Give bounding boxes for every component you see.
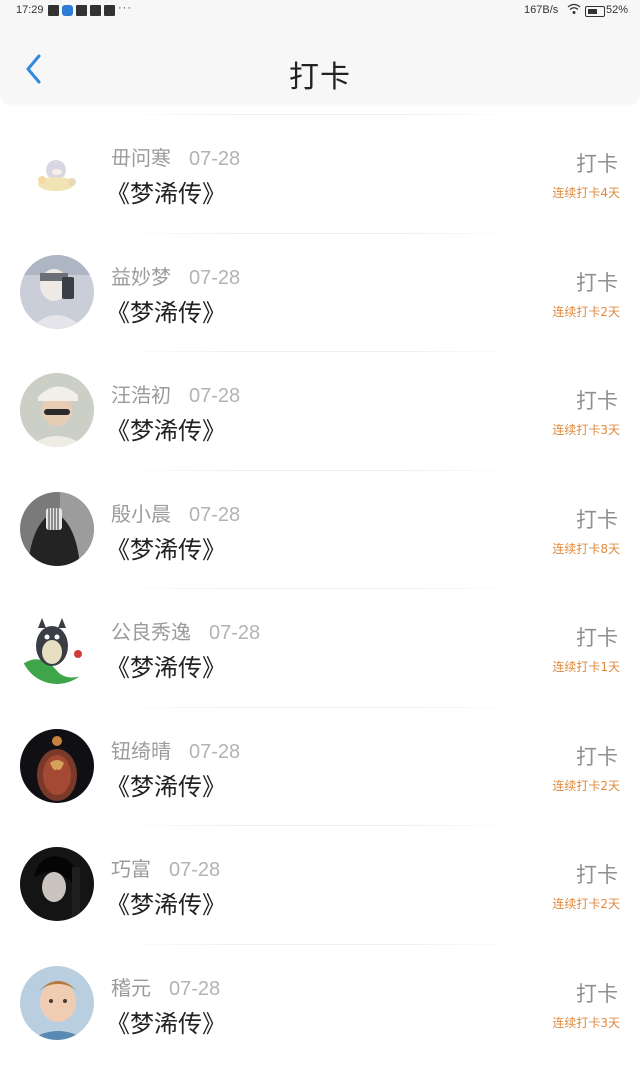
list-item[interactable]: 稽元 07-28 《梦浠传》 打卡 连续打卡3天 [0,943,640,1063]
user-name-line: 殷小晨 07-28 [111,498,240,527]
checkin-date: 07-28 [189,740,241,763]
divider [110,943,530,945]
streak-text: 连续打卡1天 [552,660,620,674]
checkin-button[interactable]: 打卡 [576,741,618,771]
user-name: 汪浩初 [111,383,171,407]
streak-text: 连续打卡3天 [552,1015,620,1030]
user-name-line: 钮绮晴 07-28 [111,735,240,764]
streak-text: 连续打卡8天 [552,541,620,556]
user-name: 钮绮晴 [111,738,171,763]
list-item[interactable]: 汪浩初 07-28 《梦浠传》 打卡 连续打卡3天 [0,351,640,470]
checkin-date: 07-28 [169,859,221,881]
cap-avatar-icon[interactable] [20,373,94,447]
user-name-line: 巧富 07-28 [111,853,220,882]
user-name-line: 汪浩初 07-28 [111,379,240,408]
book-title: 《梦浠传》 [106,298,226,327]
divider [110,588,530,589]
notification-icon [104,5,115,16]
checkin-button[interactable]: 打卡 [576,859,618,889]
checkin-button[interactable]: 打卡 [576,148,618,178]
streak-text: 连续打卡2天 [552,304,620,319]
tattoo-avatar-icon[interactable] [20,728,94,803]
streak-text: 连续打卡2天 [552,897,620,911]
status-bar: 17:29 ··· 167B/s 52% [0,0,640,22]
user-name: 殷小晨 [111,501,171,526]
book-title: 《梦浠传》 [106,535,226,564]
status-time: 17:29 [16,4,44,16]
user-name-line: 益妙梦 07-28 [111,261,240,290]
list-item[interactable]: 毌问寒 07-28 《梦浠传》 打卡 连续打卡4天 [0,114,640,233]
checkin-date: 07-28 [209,622,261,644]
book-title: 《梦浠传》 [106,1009,226,1038]
wifi-icon [567,3,581,18]
list-item[interactable]: 益妙梦 07-28 《梦浠传》 打卡 连续打卡2天 [0,232,640,352]
checkin-button[interactable]: 打卡 [576,385,618,415]
user-name: 毌问寒 [111,146,171,170]
checkin-date: 07-28 [169,977,221,1000]
battery-percent: 52% [606,4,629,16]
book-title: 《梦浠传》 [106,180,226,208]
battery-icon [585,6,605,17]
child-avatar-icon[interactable] [20,965,94,1040]
user-name-line: 公良秀逸 07-28 [111,616,260,645]
checkin-button[interactable]: 打卡 [576,978,618,1008]
divider [110,706,530,708]
book-title: 《梦浠传》 [106,772,226,801]
streak-text: 连续打卡3天 [552,423,620,437]
page-title: 打卡 [289,60,351,95]
checkin-date: 07-28 [189,385,241,407]
divider [110,114,530,115]
streak-text: 连续打卡4天 [552,186,620,200]
user-name-line: 毌问寒 07-28 [111,142,240,171]
list-item[interactable]: 殷小晨 07-28 《梦浠传》 打卡 连续打卡8天 [0,469,640,589]
checkin-button[interactable]: 打卡 [576,267,618,297]
list-item[interactable]: 钮绮晴 07-28 《梦浠传》 打卡 连续打卡2天 [0,706,640,826]
list-item[interactable]: 公良秀逸 07-28 《梦浠传》 打卡 连续打卡1天 [0,588,640,707]
notification-icon [90,5,101,16]
user-name: 巧富 [111,857,151,881]
totoro-avatar-icon[interactable] [20,610,94,684]
book-title: 《梦浠传》 [106,417,226,445]
more-notifications-icon: ··· [118,2,132,14]
book-title: 《梦浠传》 [106,654,226,682]
user-name: 稽元 [111,975,151,1000]
checkin-date: 07-28 [189,503,241,526]
user-name-line: 稽元 07-28 [111,972,220,1001]
notification-icon [76,5,87,16]
user-name: 益妙梦 [111,264,171,289]
cartoon-avatar-icon[interactable] [20,136,94,210]
divider [110,351,530,352]
app-notification-icon [62,5,73,16]
network-speed: 167B/s [524,4,559,16]
checkin-button[interactable]: 打卡 [576,622,618,652]
notification-icons [48,5,115,16]
checkin-date: 07-28 [189,266,241,289]
top-navbar: 打卡 [0,22,640,104]
streak-text: 连续打卡2天 [552,778,620,793]
list-item[interactable]: 巧富 07-28 《梦浠传》 打卡 连续打卡2天 [0,825,640,944]
dark-portrait-avatar-icon[interactable] [20,847,94,921]
mask-avatar-icon[interactable] [20,491,94,566]
divider [110,232,530,234]
notification-icon [48,5,59,16]
divider [110,825,530,826]
checkin-button[interactable]: 打卡 [576,504,618,534]
book-title: 《梦浠传》 [106,891,226,919]
divider [110,469,530,471]
user-name: 公良秀逸 [111,620,191,644]
checkin-date: 07-28 [189,148,241,170]
selfie-avatar-icon[interactable] [20,254,94,329]
checkin-list: 毌问寒 07-28 《梦浠传》 打卡 连续打卡4天 益妙梦 07-28 《梦浠传》 … [0,114,640,1062]
